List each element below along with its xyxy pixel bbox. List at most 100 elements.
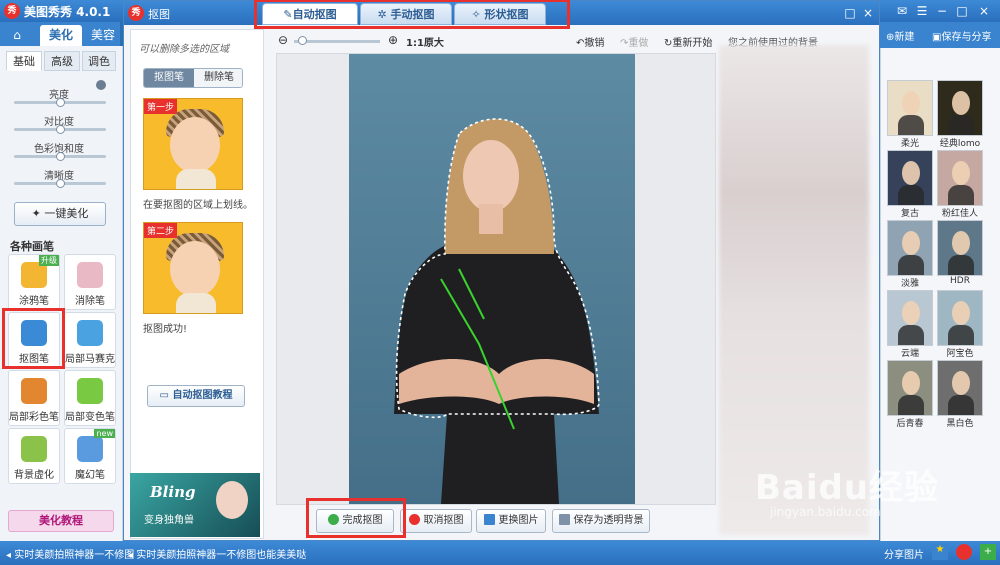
baby-face [170,241,220,297]
one-click-beautify-button[interactable]: ✦ 一键美化 [14,202,106,226]
star-icon[interactable]: ★ [932,544,948,560]
tool-doodle-pen[interactable]: 涂鸦笔 升级 [8,254,60,310]
status-left[interactable]: ◂ 实时美颜拍照神器一不修图 [6,546,134,561]
restart-button[interactable]: ↻重新开始 [664,34,712,49]
subtab-tone[interactable]: 调色 [82,51,116,71]
effect-lomo[interactable]: 经典lomo [937,80,983,149]
tool-eraser-pen[interactable]: 消除笔 [64,254,116,310]
save-icon [558,514,570,525]
effect-elegant[interactable]: 淡雅 [887,220,933,289]
ad-title: Bling [150,483,196,501]
new-button[interactable]: ⊕新建 [886,28,914,43]
share-image-button[interactable]: 分享图片 [884,546,924,561]
tool-magic-pen[interactable]: 魔幻笔 new [64,428,116,484]
baidu-watermark: Baidu经验 [755,468,940,508]
slider-saturation[interactable] [14,152,106,161]
brush-toggle: 抠图笔 删除笔 [143,68,243,88]
delete-pen-toggle[interactable]: 删除笔 [194,69,242,87]
auto-cutout-tutorial-button[interactable]: ▭ 自动抠图教程 [147,385,245,407]
zoom-out-icon[interactable]: ⊖ [278,33,288,47]
save-share-button[interactable]: ▣保存与分享 [932,28,991,43]
menu-icon[interactable]: ☰ [914,3,930,19]
cancel-cutout-button[interactable]: 取消抠图 [400,509,472,533]
canvas-area[interactable] [276,53,716,505]
maximize-icon[interactable]: □ [954,3,970,19]
minimize-icon[interactable]: − [934,3,950,19]
effect-black-white[interactable]: 黑白色 [937,360,983,429]
cutout-tabs-highlight [254,0,570,29]
app-title: 美图秀秀 4.0.1 [24,5,111,19]
new-badge: new [94,429,115,438]
beautify-tutorial-button[interactable]: 美化教程 [8,510,114,532]
dialog-maximize-icon[interactable]: □ [842,5,858,21]
bling-ad-banner[interactable]: Bling 变身独角兽 [130,473,260,537]
save-transparent-button[interactable]: 保存为透明背景 [552,509,650,533]
slider-sharpness[interactable] [14,179,106,188]
baidu-watermark-url: jingyan.baidu.com [770,505,881,519]
photo-canvas[interactable] [349,54,635,504]
tab-beautify[interactable]: 美化 [40,25,82,46]
brush-section-title: 各种画笔 [10,240,54,253]
effect-pink-lady[interactable]: 粉红佳人 [937,150,983,219]
speaker-icon: ◂ [128,550,137,561]
effect-cloud[interactable]: 云端 [887,290,933,359]
effect-thumb [937,360,983,416]
step2-image: 第二步 [143,222,243,314]
subtab-basic[interactable]: 基础 [6,51,42,71]
slider-brightness[interactable] [14,98,106,107]
cancel-icon [408,514,420,525]
dialog-logo: 秀 [128,5,144,21]
effect-thumb [887,290,933,346]
effect-soft-light[interactable]: 柔光 [887,80,933,149]
actual-size-label[interactable]: 1:1原大 [406,34,444,49]
effect-thumb [937,220,983,276]
subtab-advanced[interactable]: 高级 [44,51,80,71]
undo-button[interactable]: ↶撤销 [576,34,604,49]
mosaic-icon [77,320,103,346]
tool-background-blur[interactable]: 背景虚化 [8,428,60,484]
slider-knob[interactable] [56,98,65,107]
status-bar: ◂ 实时美颜拍照神器一不修图 ◂ 实时美颜拍照神器一不修图也能美美哒 分享图片 … [0,541,1000,565]
step2-caption: 抠图成功! [143,324,188,335]
zoom-knob[interactable] [298,36,307,45]
magic-icon: ✦ [31,207,45,220]
blur-icon [21,436,47,462]
effect-abao[interactable]: 阿宝色 [937,290,983,359]
step2-tag: 第二步 [144,223,178,238]
cutout-pen-toggle[interactable]: 抠图笔 [144,69,194,87]
change-image-button[interactable]: 更换图片 [476,509,546,533]
left-panel: 基础 高级 调色 亮度 对比度 色彩饱和度 清晰度 ✦ 一键美化 各种画笔 涂鸦… [0,46,123,541]
book-icon: ▭ [159,390,173,401]
cutout-pen-highlight [2,308,65,369]
effect-thumb [887,80,933,136]
close-icon[interactable]: × [976,3,992,19]
tool-local-recolor-pen[interactable]: 局部变色笔 [64,370,116,426]
speaker-icon: ◂ [6,550,15,561]
tab-beauty[interactable]: 美容 [86,25,120,46]
magic-pen-icon [77,436,103,462]
redo-button[interactable]: ↷重做 [620,34,648,49]
slider-contrast[interactable] [14,125,106,134]
baby-body [176,293,216,313]
slider-knob[interactable] [56,152,65,161]
zoom-in-icon[interactable]: ⊕ [388,33,398,47]
baby-body [176,169,216,189]
step1-tag: 第一步 [144,99,178,114]
complete-cutout-highlight [306,498,406,538]
guide-note: 可以删除多选的区域 [139,44,229,55]
dialog-close-icon[interactable]: × [860,5,876,21]
status-main[interactable]: ◂ 实时美颜拍照神器一不修图也能美美哒 [128,546,306,561]
effect-thumb [937,150,983,206]
feedback-icon[interactable]: ✉ [894,3,910,19]
effect-hdr[interactable]: HDR [937,220,983,286]
add-icon[interactable]: + [980,544,996,560]
slider-knob[interactable] [56,179,65,188]
effect-thumb [937,80,983,136]
weibo-icon[interactable] [956,544,972,560]
tool-local-color-pen[interactable]: 局部彩色笔 [8,370,60,426]
home-icon[interactable]: ⌂ [4,25,30,46]
effect-youth[interactable]: 后青春 [887,360,933,429]
slider-knob[interactable] [56,125,65,134]
effect-vintage[interactable]: 复古 [887,150,933,219]
tool-local-mosaic[interactable]: 局部马赛克 [64,312,116,368]
